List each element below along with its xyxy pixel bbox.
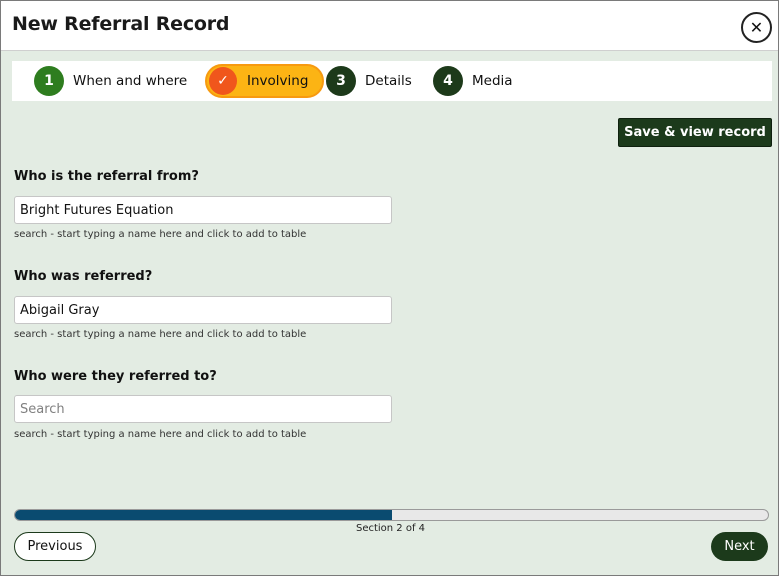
close-button[interactable]: ✕ <box>741 12 772 43</box>
referred-to-label: Who were they referred to? <box>14 369 217 384</box>
step-media[interactable]: 4 Media <box>433 65 513 97</box>
who-was-referred-label: Who was referred? <box>14 269 153 284</box>
checkmark-icon: ✓ <box>209 67 237 95</box>
step-number-3: 3 <box>326 66 356 96</box>
dialog-title: New Referral Record <box>12 13 230 35</box>
close-icon: ✕ <box>749 17 764 37</box>
step-label: Details <box>365 73 412 89</box>
referral-from-label: Who is the referral from? <box>14 169 199 184</box>
step-number-1: 1 <box>34 66 64 96</box>
save-and-view-record-button[interactable]: Save & view record <box>618 118 772 147</box>
section-progress-text: Section 2 of 4 <box>355 523 426 534</box>
previous-button[interactable]: Previous <box>14 532 96 561</box>
referral-dialog: New Referral Record ✕ 1 When and where ✓… <box>0 0 779 576</box>
who-was-referred-help: search - start typing a name here and cl… <box>14 329 307 340</box>
referred-to-help: search - start typing a name here and cl… <box>14 429 307 440</box>
section-progress-fill <box>15 510 392 520</box>
next-button[interactable]: Next <box>711 532 768 561</box>
referral-from-input[interactable]: Bright Futures Equation <box>14 196 392 224</box>
who-was-referred-input[interactable]: Abigail Gray <box>14 296 392 324</box>
step-progress-nav: 1 When and where ✓ Involving 3 Details 4… <box>12 61 772 101</box>
step-involving[interactable]: ✓ Involving <box>205 64 325 98</box>
step-label: Involving <box>247 73 309 89</box>
step-label: Media <box>472 73 513 89</box>
step-label: When and where <box>73 73 188 89</box>
referral-from-help: search - start typing a name here and cl… <box>14 229 307 240</box>
section-progress-bar <box>14 509 769 521</box>
step-number-4: 4 <box>433 66 463 96</box>
referred-to-search-input[interactable]: Search <box>14 395 392 423</box>
step-details[interactable]: 3 Details <box>326 65 412 97</box>
dialog-header: New Referral Record ✕ <box>1 1 778 51</box>
step-when-and-where[interactable]: 1 When and where <box>34 65 187 97</box>
